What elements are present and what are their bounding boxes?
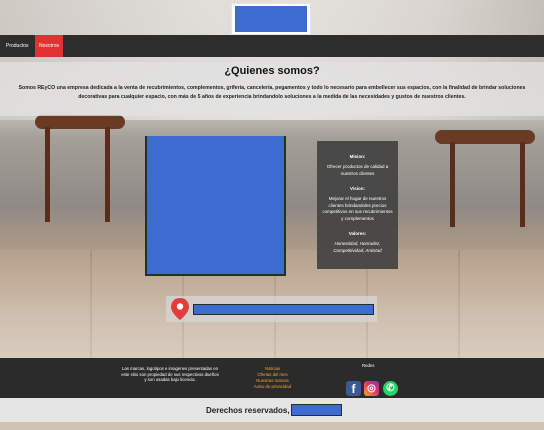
- mission-heading: Mision:: [349, 154, 366, 159]
- address-link[interactable]: [193, 304, 374, 315]
- main-nav: Productos Nosotros: [0, 35, 544, 57]
- social-heading: Redes: [362, 363, 375, 368]
- about-section: ¿Quienes somos? Somos REyCO una empresa …: [0, 62, 544, 116]
- nav-item-productos[interactable]: Productos: [2, 35, 33, 57]
- page-title: ¿Quienes somos?: [224, 65, 320, 77]
- nav-item-nosotros[interactable]: Nosotros: [35, 35, 64, 57]
- copyright-text: Derechos reservados, ©: [206, 406, 298, 415]
- values-card: Mision: Ofrecer productos de calidad a n…: [317, 141, 398, 269]
- instagram-icon[interactable]: ◎: [364, 381, 379, 396]
- feature-image: [145, 136, 286, 276]
- footer-links: Noticias Ofertas del mes Nuestras marcas…: [240, 366, 305, 390]
- vision-heading: Vision:: [350, 186, 365, 191]
- copyright-owner: [291, 404, 342, 416]
- values-heading: Valores:: [348, 231, 367, 236]
- footer-link-privacidad[interactable]: Aviso de privacidad: [240, 384, 305, 390]
- location-pin-icon: [171, 298, 189, 320]
- about-description: Somos REyCO una empresa dedicada a la ve…: [18, 85, 526, 100]
- vision-text: Mejorar el hogar de nuestros clientes br…: [322, 196, 393, 221]
- footer-notice: Las marcas, logotipos e imagenes present…: [121, 366, 219, 382]
- values-text: Honestidad, Honradez, Competitividad, Am…: [333, 241, 382, 253]
- facebook-icon[interactable]: f: [346, 381, 361, 396]
- header: [0, 0, 544, 35]
- logo[interactable]: [235, 6, 307, 32]
- mission-text: Ofrecer productos de calidad a nuestros …: [326, 164, 389, 176]
- background-chair-left: [30, 115, 130, 225]
- whatsapp-icon[interactable]: ✆: [383, 381, 398, 396]
- background-chair-right: [430, 120, 540, 230]
